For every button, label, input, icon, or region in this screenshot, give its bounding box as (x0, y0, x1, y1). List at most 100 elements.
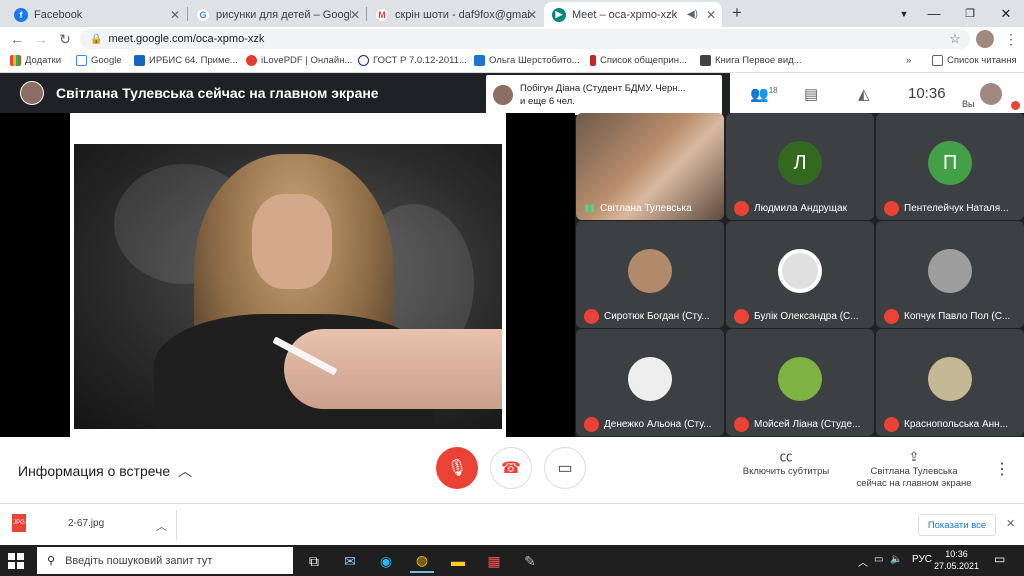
bookmark-book[interactable]: Книга Первое вид... (700, 55, 802, 66)
mail-icon[interactable]: ✉ (338, 549, 362, 573)
participant-tile[interactable]: Копчук Павло Пол (С... (876, 221, 1024, 328)
browser-toolbar: ← → ↻ 🔒 meet.google.com/oca-xpmo-xzk ☆ ⋮ (0, 27, 1024, 51)
figure-face (252, 194, 332, 289)
tab-facebook[interactable]: f Facebook ✕ (6, 2, 186, 27)
edge-icon[interactable]: ◉ (374, 549, 398, 573)
more-options-icon[interactable]: ⋮ (994, 459, 1010, 479)
window-close-icon[interactable]: ✕ (988, 0, 1024, 27)
speaking-indicator-icon: ▮▮ (584, 203, 596, 214)
tab-meet[interactable]: ▶ Meet – оса-хрmo-xzk ◀) ✕ (544, 2, 722, 27)
minimize-icon[interactable]: — (916, 0, 952, 27)
participant-tile[interactable]: П Пентелейчук Наталя... (876, 113, 1024, 220)
bookmark-label: ИРБИС 64. Приме... (149, 55, 238, 66)
mic-off-icon (884, 201, 899, 216)
overflow-chevron-icon: » (906, 55, 912, 66)
participant-tile[interactable]: Сиротюк Богдан (Сту... (576, 221, 724, 328)
new-tab-icon[interactable]: + (732, 3, 742, 23)
forward-arrow-icon[interactable]: → (32, 31, 50, 47)
input-language[interactable]: РУС (912, 554, 932, 565)
tray-chevron-icon[interactable]: ︿ (858, 554, 868, 569)
tab-gmail[interactable]: M скрін шоти - daf9fox@gmail.com ✕ (367, 2, 543, 27)
menu-kebab-icon[interactable]: ⋮ (1002, 31, 1020, 47)
download-item[interactable]: JPG 2-67.jpg (12, 514, 104, 532)
tab-google-images[interactable]: G рисунки для детей – Google По ✕ (188, 2, 366, 27)
address-bar[interactable]: 🔒 meet.google.com/oca-xpmo-xzk (80, 29, 970, 49)
participant-tile[interactable]: Краснопольська Анн... (876, 329, 1024, 436)
back-arrow-icon[interactable]: ← (8, 31, 26, 47)
presenter-avatar (20, 81, 44, 105)
restore-icon[interactable]: ❐ (952, 0, 988, 27)
participant-tile[interactable]: Мойсей Ліана (Студе... (726, 329, 874, 436)
participant-avatar (928, 357, 972, 401)
captions-button[interactable]: ㏄ Включить субтитры (736, 450, 836, 478)
reading-list-label: Список читання (947, 55, 1017, 66)
notifications-icon[interactable]: ▭ (994, 552, 1005, 566)
participant-tile[interactable]: Денежко Альона (Сту... (576, 329, 724, 436)
reading-list[interactable]: Список читання (932, 55, 1017, 66)
bookmark-irbis[interactable]: ИРБИС 64. Приме... (134, 55, 238, 66)
gost-icon (358, 55, 369, 66)
bookmark-gost[interactable]: ГОСТ Р 7.0.12-2011... (358, 55, 467, 66)
bookmark-apps[interactable]: Додатки (10, 55, 61, 66)
search-icon: ⚲ (47, 555, 56, 567)
taskbar-search[interactable]: ⚲ Введіть пошуковий запит тут (37, 547, 293, 574)
taskbar-clock[interactable]: 10:36 27.05.2021 (934, 548, 979, 572)
participant-name: Світлана Тулевська (600, 203, 692, 214)
star-bookmark-icon[interactable]: ☆ (946, 31, 964, 47)
show-all-downloads-button[interactable]: Показати все (918, 514, 996, 536)
windows-start-icon[interactable] (8, 553, 24, 569)
activities-icon[interactable]: ◭ (858, 85, 870, 103)
chevron-up-icon: ︿ (178, 463, 193, 479)
hang-up-button[interactable]: ☎ (490, 447, 532, 489)
paint-icon[interactable]: ✎ (518, 549, 542, 573)
phone-hangup-icon: ☎ (501, 460, 521, 477)
network-icon[interactable]: ▭ (874, 554, 883, 565)
camera-toggle-button[interactable]: ▭ (544, 447, 586, 489)
chat-icon[interactable]: ▤ (804, 85, 818, 103)
bookmark-google[interactable]: Google (76, 55, 122, 66)
chrome-icon[interactable]: ◍ (410, 549, 434, 573)
join-notification[interactable]: Побігун Діана (Студент БДМУ. Черн... и е… (486, 75, 722, 115)
figure-hand (284, 329, 502, 409)
download-bar: JPG 2-67.jpg ︿ Показати все ✕ (0, 503, 1024, 545)
participant-name: Пентелейчук Наталя... (904, 203, 1009, 214)
captions-label: Включить субтитры (742, 466, 830, 477)
mic-off-icon (734, 201, 749, 216)
participant-tile[interactable]: Булік Олександра (С... (726, 221, 874, 328)
present-now-button[interactable]: ⇪ Світлана Тулевська сейчас на главном э… (848, 450, 980, 490)
self-avatar[interactable] (980, 83, 1002, 105)
bookmark-label: ГОСТ Р 7.0.12-2011... (373, 55, 467, 66)
participant-avatar: П (928, 141, 972, 185)
file-explorer-icon[interactable]: ▬ (446, 549, 470, 573)
reload-icon[interactable]: ↻ (56, 31, 74, 47)
close-icon[interactable]: ✕ (527, 8, 537, 22)
bookmark-sherstobitova[interactable]: Ольга Шерстобито... (474, 55, 580, 66)
participant-name: Денежко Альона (Сту... (604, 419, 712, 430)
audio-playing-icon[interactable]: ◀) (687, 9, 698, 20)
taskbar-date: 27.05.2021 (934, 561, 980, 571)
mic-toggle-button[interactable]: 🎙 (436, 447, 478, 489)
close-icon[interactable]: ✕ (706, 8, 716, 22)
close-icon[interactable]: ✕ (1006, 517, 1015, 530)
chevron-up-icon[interactable]: ︿ (156, 518, 167, 534)
participants-button[interactable]: 👥18 (750, 85, 778, 103)
task-view-icon[interactable]: ⧉ (302, 549, 326, 573)
meet-control-bar: Информация о встрече ︿ 🎙 ☎ ▭ ㏄ Включить … (0, 437, 1024, 503)
volume-icon[interactable]: 🔈 (890, 554, 902, 565)
bookmark-label: Книга Первое вид... (715, 55, 802, 66)
participant-tile[interactable]: Л Людмила Андрущак (726, 113, 874, 220)
bookmark-ilovepdf[interactable]: iLovePDF | Онлайн... (246, 55, 352, 66)
people-icon: 👥 (750, 86, 769, 103)
close-icon[interactable]: ✕ (170, 8, 180, 22)
book-icon (700, 55, 711, 66)
participant-avatar (628, 249, 672, 293)
close-icon[interactable]: ✕ (350, 8, 360, 22)
participant-name: Сиротюк Богдан (Сту... (604, 311, 710, 322)
photos-app-icon[interactable]: ▦ (482, 549, 506, 573)
participant-tile[interactable]: ▮▮ Світлана Тулевська (576, 113, 724, 220)
meeting-info-button[interactable]: Информация о встрече ︿ (18, 461, 192, 481)
bookmark-abbreviations[interactable]: Список общеприн... (590, 55, 687, 66)
profile-avatar[interactable] (976, 30, 994, 48)
bookmarks-overflow[interactable]: » (906, 55, 911, 66)
meet-icon: ▶ (552, 7, 566, 22)
